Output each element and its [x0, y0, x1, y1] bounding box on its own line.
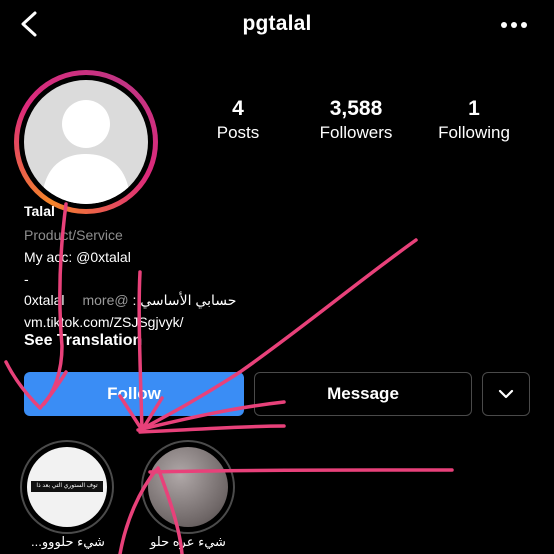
more-dots-icon[interactable]	[498, 14, 530, 36]
bio-name: Talal	[24, 203, 55, 219]
stat-followers[interactable]: 3,588 Followers	[301, 96, 411, 144]
highlight-label: شيء عره حلو	[150, 534, 226, 549]
suggested-dropdown-button[interactable]	[482, 372, 530, 416]
highlight-cover: توف الستوري التي بعد ذا	[27, 447, 107, 527]
following-count: 1	[468, 97, 480, 120]
highlight-cover-caption: توف الستوري التي بعد ذا	[31, 481, 103, 492]
stat-following[interactable]: 1 Following	[419, 96, 529, 144]
bio-more-mention[interactable]: more@	[82, 292, 128, 308]
bio-category: Product/Service	[24, 227, 123, 243]
bio-line-mixed: 0xtalal more@ حسابي الأساسي :	[24, 291, 254, 309]
bio-arabic-text: حسابي الأساسي :	[132, 292, 237, 308]
followers-label: Followers	[319, 123, 393, 142]
highlight-label: شيء حلووو...	[31, 534, 105, 549]
follow-button[interactable]: Follow	[24, 372, 244, 416]
message-button[interactable]: Message	[254, 372, 472, 416]
default-avatar-icon	[42, 100, 130, 204]
chevron-down-icon	[498, 389, 514, 399]
bio-handle: 0xtalal	[24, 292, 65, 308]
bio-line: My acc: @0xtalal	[24, 249, 131, 265]
bio-link[interactable]: vm.tiktok.com/ZSJSgjvyk/	[24, 313, 183, 331]
followers-count: 3,588	[329, 97, 383, 120]
story-highlight-1[interactable]: توف الستوري التي بعد ذا	[20, 440, 114, 534]
bio-line: -	[24, 271, 29, 287]
highlight-cover	[148, 447, 228, 527]
story-highlight-2[interactable]	[141, 440, 235, 534]
profile-username: pgtalal	[242, 12, 312, 35]
following-label: Following	[438, 123, 510, 142]
see-translation-link[interactable]: See Translation	[24, 332, 142, 350]
avatar[interactable]	[24, 80, 148, 204]
stat-posts[interactable]: 4 Posts	[183, 96, 293, 144]
posts-count: 4	[232, 97, 244, 120]
posts-label: Posts	[216, 123, 260, 142]
